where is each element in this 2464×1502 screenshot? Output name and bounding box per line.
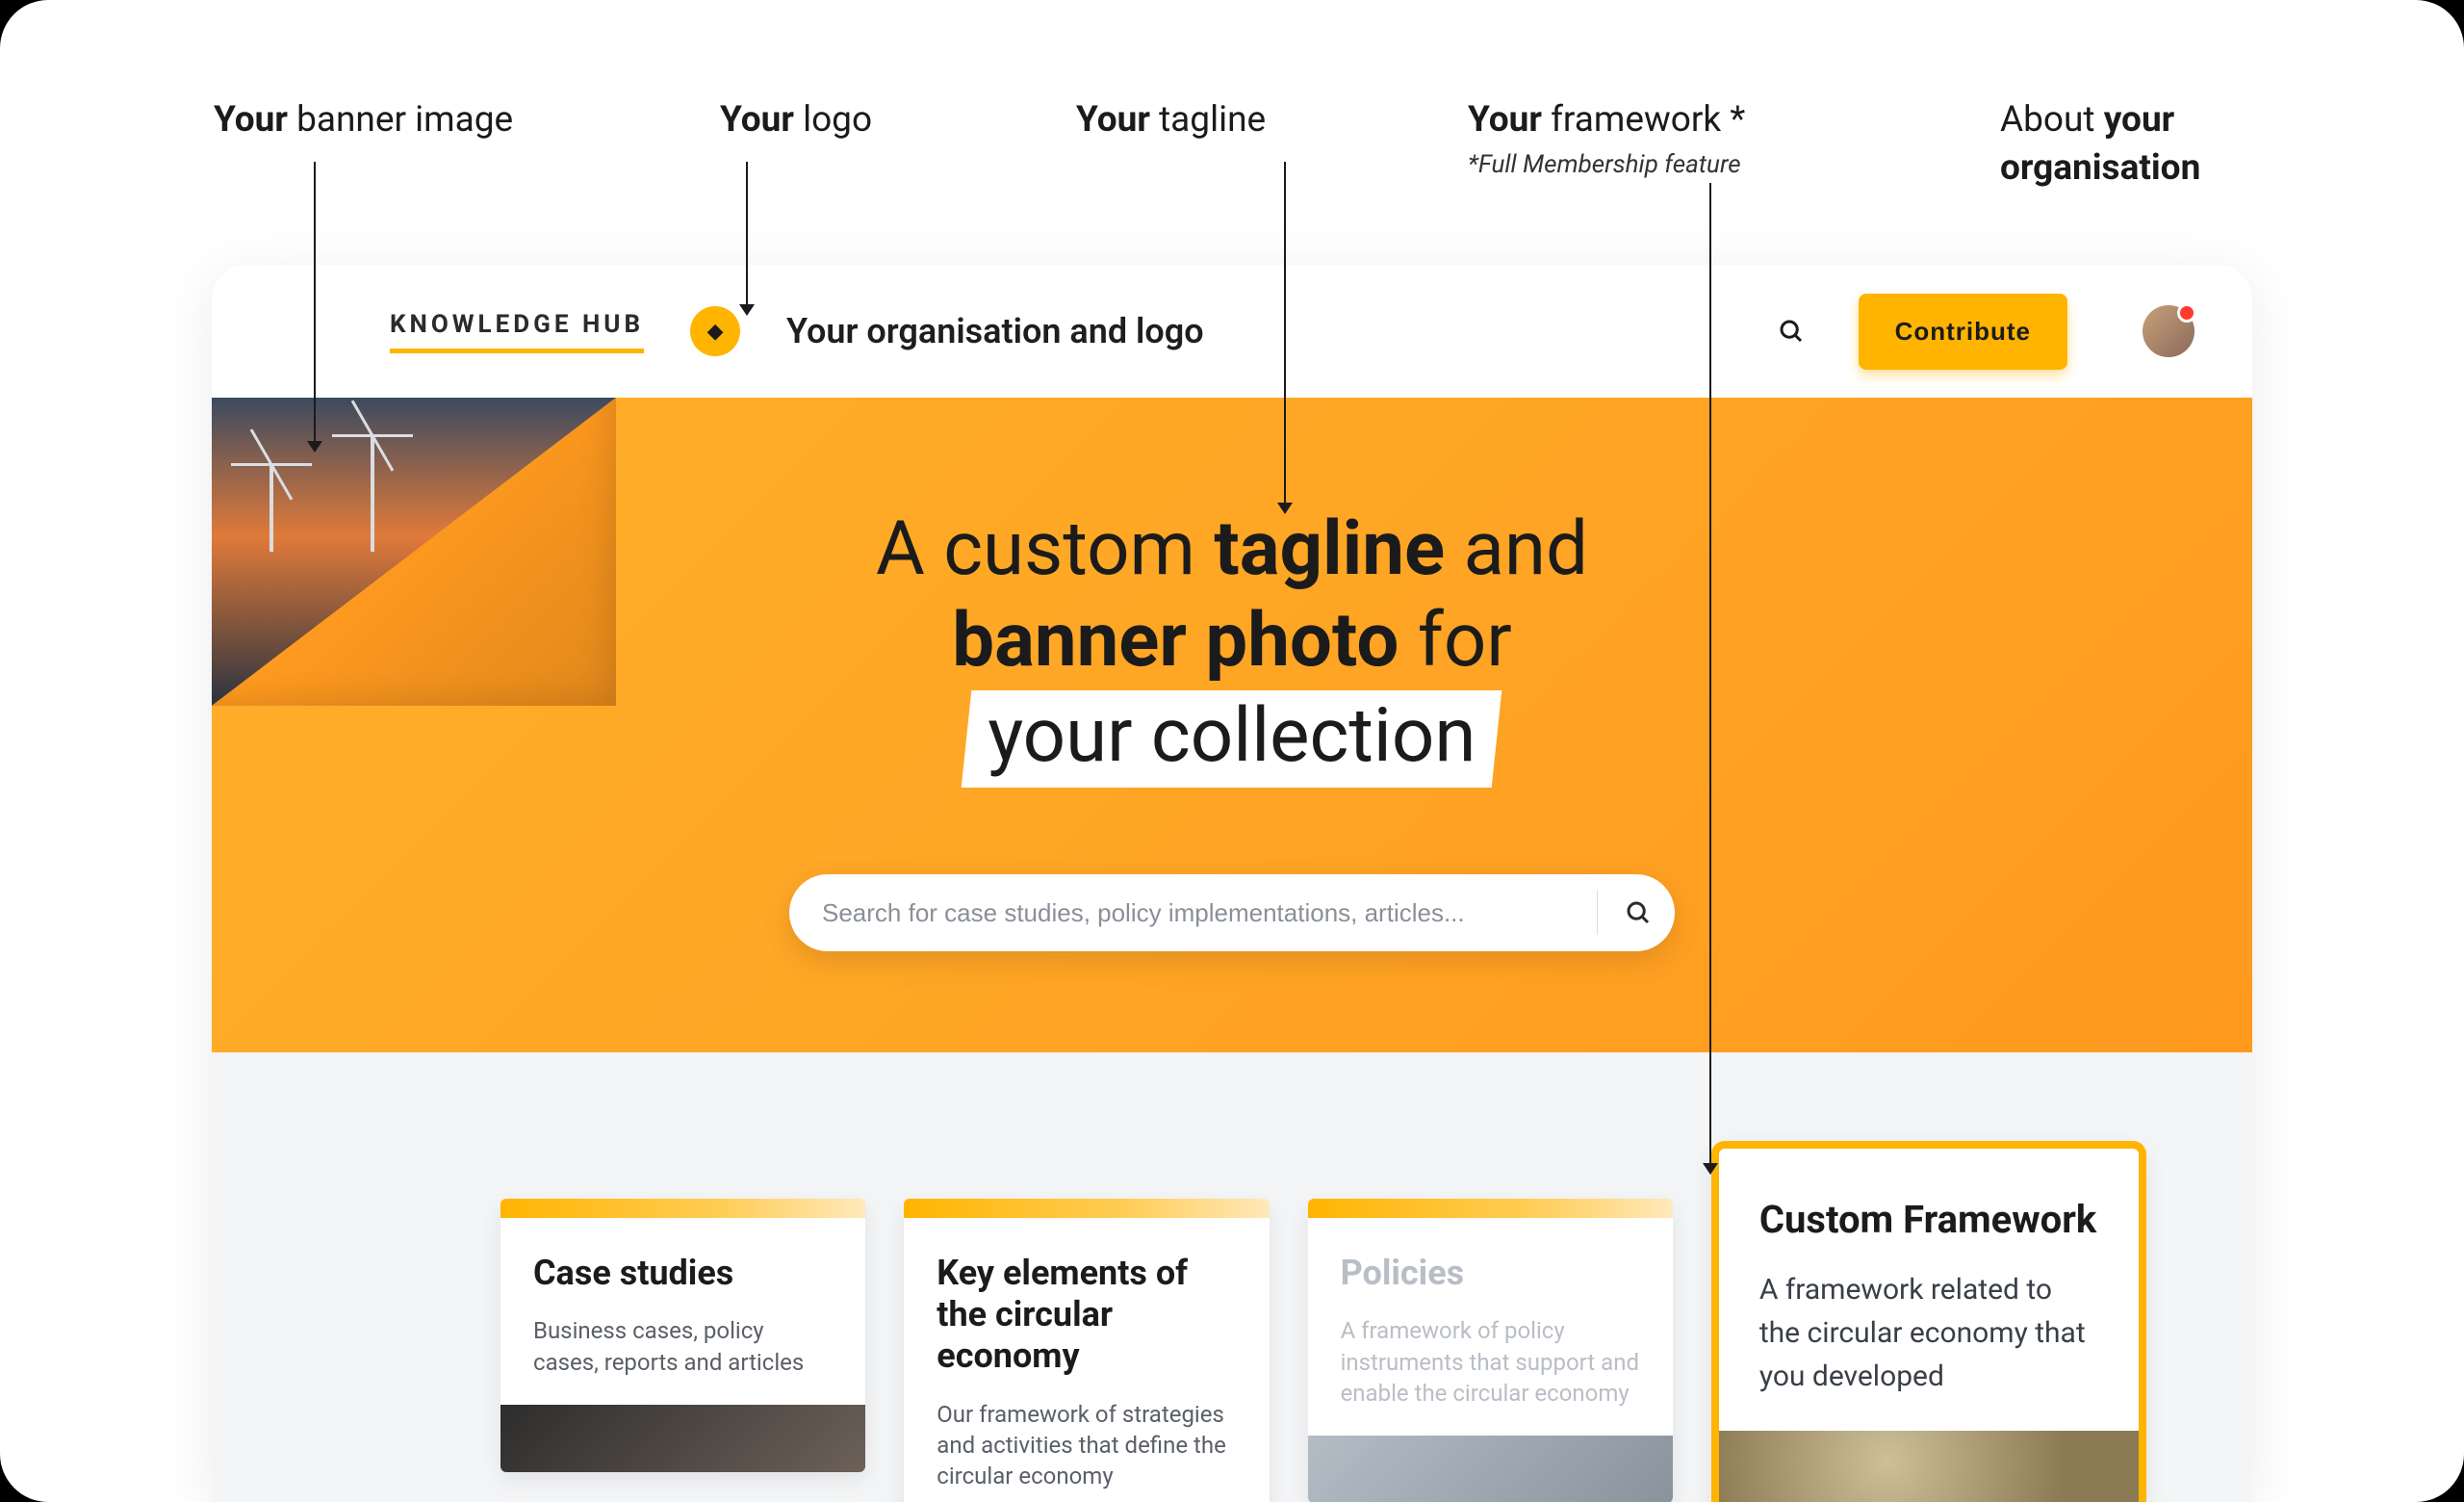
anno-text: tagline (1150, 99, 1266, 141)
card-policies[interactable]: Policies A framework of policy instrumen… (1308, 1199, 1673, 1502)
banner-tagline: A custom tagline and banner photo for yo… (876, 504, 1588, 788)
anno-text: framework * (1542, 99, 1745, 141)
card-thumb (1719, 1431, 2139, 1502)
search-button[interactable] (1770, 310, 1812, 352)
anno-subtext: *Full Membership feature (1468, 148, 1745, 182)
tagline-bold: banner photo (952, 597, 1399, 685)
anno-tagline: Your tagline (1076, 96, 1266, 144)
org-name: Your organisation and logo (786, 311, 1204, 351)
card-stripe (904, 1199, 1269, 1218)
card-custom-framework[interactable]: Custom Framework A framework related to … (1711, 1141, 2146, 1502)
card-title: Custom Framework (1759, 1197, 2098, 1243)
search-input[interactable] (822, 898, 1579, 928)
site-preview: KNOWLEDGE HUB ◆ Your organisation and lo… (212, 265, 2252, 1502)
card-title: Key elements of the circular economy (937, 1253, 1236, 1378)
anno-text: logo (794, 99, 872, 141)
anno-bold: Your (1076, 99, 1150, 141)
card-title: Policies (1341, 1253, 1640, 1294)
tagline-text: A custom (876, 505, 1214, 593)
tagline-highlight: your collection (962, 690, 1502, 788)
anno-bold: Your (214, 99, 288, 141)
search-icon (1777, 317, 1806, 346)
card-stripe (1308, 1199, 1673, 1218)
knowledge-hub-label[interactable]: KNOWLEDGE HUB (390, 310, 644, 353)
callout-arrow (739, 304, 755, 316)
anno-text: banner image (288, 99, 513, 141)
card-desc: Business cases, policy cases, reports an… (533, 1315, 833, 1378)
avatar[interactable] (2143, 305, 2194, 357)
card-title: Case studies (533, 1253, 833, 1294)
annotations-row: Your banner image Your logo Your tagline… (0, 96, 2464, 250)
anno-bold: Your (720, 99, 794, 141)
card-key-elements[interactable]: Key elements of the circular economy Our… (904, 1199, 1269, 1502)
callout-arrow (1703, 1163, 1718, 1175)
anno-logo: Your logo (720, 96, 872, 144)
topbar: KNOWLEDGE HUB ◆ Your organisation and lo… (212, 265, 2252, 398)
banner-corner (212, 398, 616, 706)
wind-turbine-icon (371, 436, 374, 552)
card-stripe (500, 1199, 865, 1218)
search-icon (1624, 898, 1653, 927)
callout-arrow (307, 441, 322, 453)
card-desc: Our framework of strategies and activiti… (937, 1399, 1236, 1492)
anno-framework: Your framework * *Full Membership featur… (1468, 96, 1745, 182)
card-desc: A framework related to the circular econ… (1759, 1268, 2098, 1398)
callout-line (1709, 183, 1711, 1165)
card-desc: A framework of policy instruments that s… (1341, 1315, 1640, 1409)
wind-turbine-icon (270, 465, 273, 552)
card-case-studies[interactable]: Case studies Business cases, policy case… (500, 1199, 865, 1472)
tagline-highlight-text: your collection (988, 690, 1476, 782)
anno-text: About (2000, 99, 2104, 141)
cards-row: Case studies Business cases, policy case… (500, 1199, 2146, 1502)
separator (1597, 891, 1598, 935)
diamond-icon: ◆ (707, 320, 724, 344)
callout-arrow (1277, 503, 1293, 514)
tagline-text: for (1399, 597, 1511, 685)
card-thumb (1308, 1436, 1673, 1502)
tagline-text: and (1445, 505, 1588, 593)
anno-banner-image: Your banner image (214, 96, 513, 144)
org-logo: ◆ (690, 306, 740, 356)
banner-search (789, 874, 1675, 951)
anno-about-org: About your organisation (2000, 96, 2270, 193)
product-screenshot-frame: Your banner image Your logo Your tagline… (0, 0, 2464, 1502)
card-thumb (500, 1405, 865, 1472)
contribute-button[interactable]: Contribute (1859, 294, 2067, 370)
tagline-bold: tagline (1214, 505, 1445, 593)
anno-bold: Your (1468, 99, 1542, 141)
search-submit[interactable] (1615, 890, 1661, 936)
banner: A custom tagline and banner photo for yo… (212, 398, 2252, 1052)
